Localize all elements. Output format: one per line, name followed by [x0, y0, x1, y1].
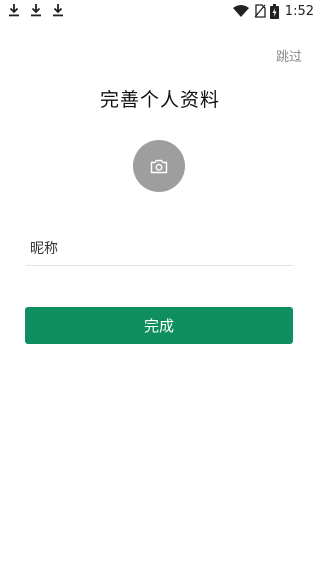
- wifi-icon: [232, 5, 249, 17]
- nickname-input[interactable]: [72, 236, 282, 258]
- skip-button[interactable]: 跳过: [276, 46, 302, 65]
- status-bar: 1:52: [0, 0, 320, 22]
- nickname-label: 昵称: [30, 241, 58, 257]
- download-icon: [9, 4, 19, 17]
- download-icon: [31, 4, 41, 17]
- avatar-upload-button[interactable]: [133, 140, 185, 192]
- camera-icon: [150, 159, 168, 173]
- nickname-divider: [26, 265, 293, 266]
- battery-charging-icon: [269, 3, 279, 19]
- download-icon: [53, 4, 63, 17]
- status-time: 1:52: [284, 3, 314, 19]
- done-button[interactable]: 完成: [25, 307, 293, 344]
- no-sim-icon: [254, 4, 266, 18]
- status-icons: 1:52: [232, 2, 314, 20]
- page-title: 完善个人资料: [99, 89, 220, 111]
